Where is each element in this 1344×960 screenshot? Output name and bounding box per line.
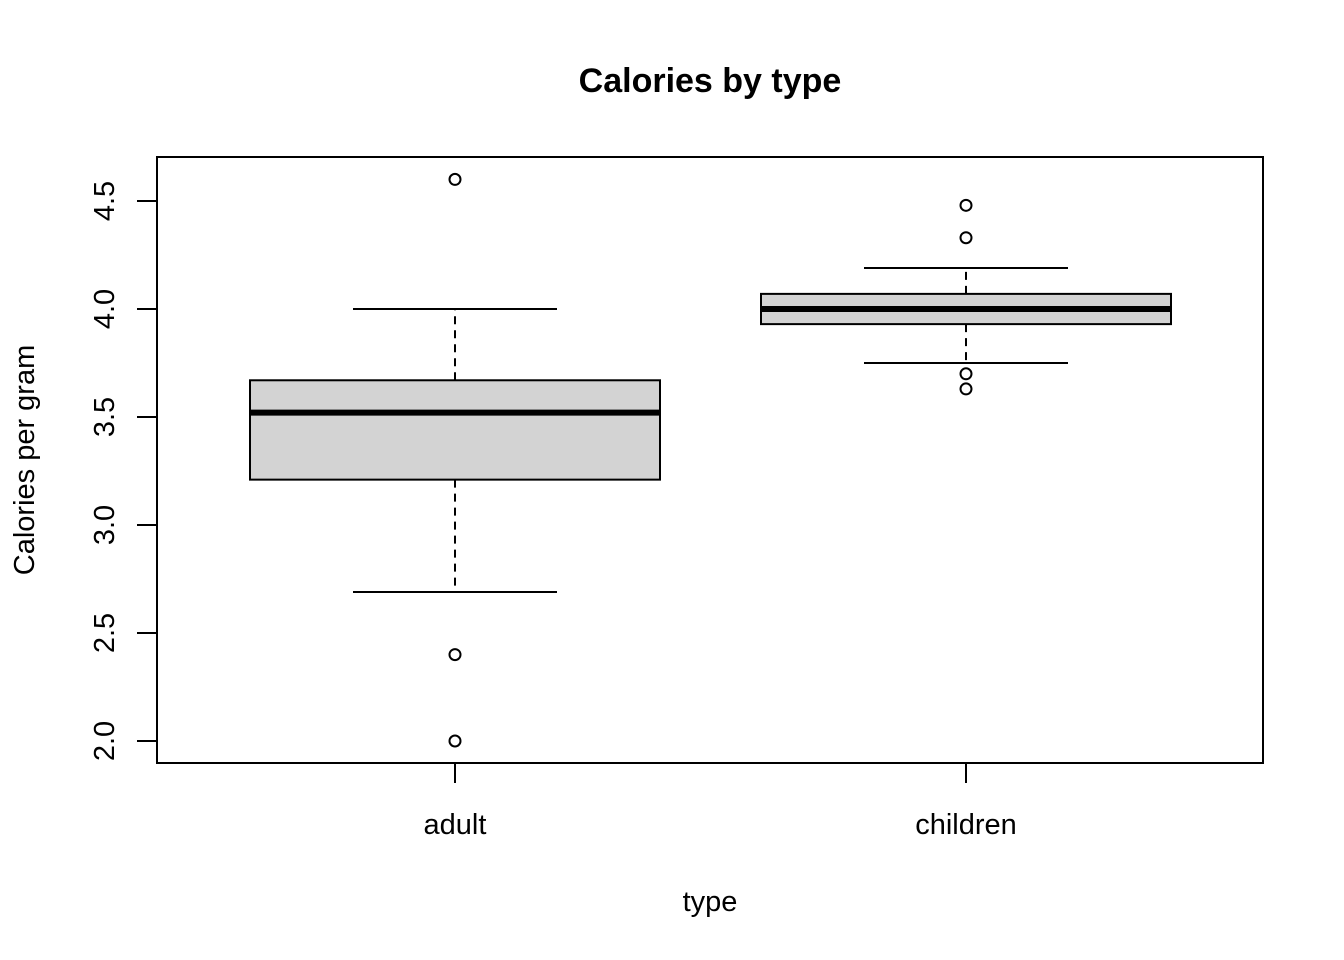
outlier-point — [959, 367, 973, 381]
x-axis-label: type — [683, 886, 738, 918]
x-tick-label: adult — [424, 809, 487, 841]
boxplot-chart: Calories by type 2.0 2.5 3.0 3.5 4.0 4.5 adul… — [9, 62, 1264, 918]
box-children — [760, 198, 1172, 396]
outlier-point — [959, 382, 973, 396]
outlier-point — [448, 734, 462, 748]
y-axis-label: Calories per gram — [9, 345, 41, 575]
outlier-point — [959, 198, 973, 212]
y-tick-label: 3.5 — [89, 397, 121, 437]
boxes — [249, 172, 1172, 748]
y-tick-label: 2.5 — [89, 613, 121, 653]
x-tick-label: children — [915, 809, 1017, 841]
chart-title: Calories by type — [579, 62, 842, 100]
outlier-point — [448, 648, 462, 662]
y-axis: 2.0 2.5 3.0 3.5 4.0 4.5 — [89, 181, 157, 761]
iqr-box — [249, 379, 661, 481]
x-axis: adult children — [424, 763, 1017, 841]
outlier-point — [959, 231, 973, 245]
outlier-point — [448, 172, 462, 186]
y-tick-label: 4.5 — [89, 181, 121, 221]
box-adult — [249, 172, 661, 748]
y-tick-label: 2.0 — [89, 721, 121, 761]
y-tick-label: 4.0 — [89, 289, 121, 329]
y-tick-label: 3.0 — [89, 505, 121, 545]
